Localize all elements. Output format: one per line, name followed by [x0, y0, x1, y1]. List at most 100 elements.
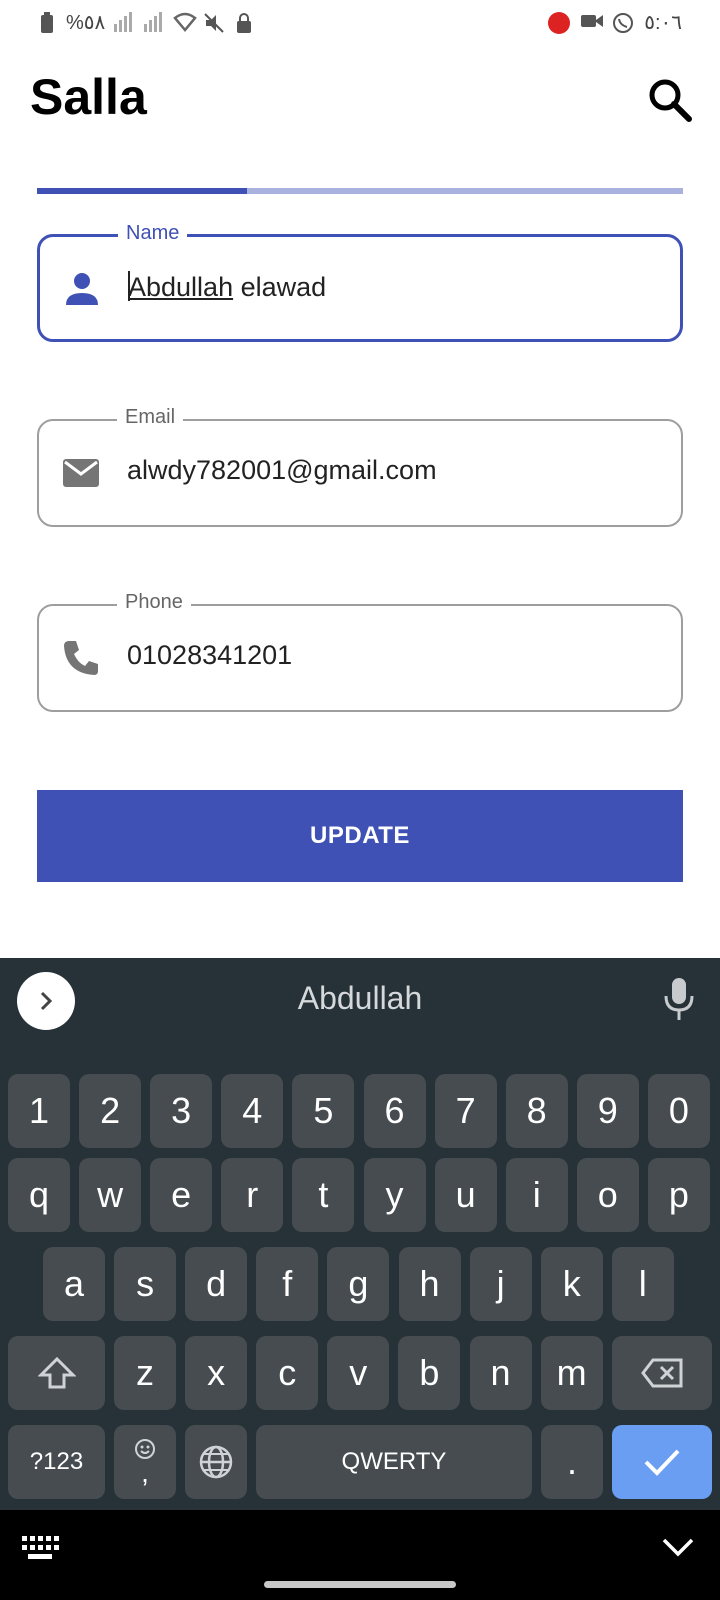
lock-icon — [233, 12, 255, 34]
phone-input[interactable]: 01028341201 — [127, 640, 292, 671]
name-field[interactable]: Name Abdullah elawad — [37, 222, 683, 342]
key-v-label: v — [349, 1352, 368, 1393]
key-j[interactable]: j — [469, 1247, 532, 1321]
symbols-key-label: ?123 — [29, 1448, 84, 1475]
key-2[interactable]: 2 — [79, 1074, 142, 1148]
backspace-key[interactable] — [612, 1336, 712, 1410]
comma-label: , — [141, 1457, 149, 1488]
key-b[interactable]: b — [398, 1336, 461, 1410]
backspace-icon — [641, 1358, 683, 1388]
key-k[interactable]: k — [540, 1247, 603, 1321]
key-1-label: 1 — [28, 1090, 50, 1131]
word-suggestion[interactable]: Abdullah — [0, 980, 720, 1017]
enter-key[interactable] — [612, 1425, 712, 1499]
key-1[interactable]: 1 — [8, 1074, 70, 1148]
key-w-label: w — [97, 1174, 124, 1215]
microphone-icon[interactable] — [662, 976, 696, 1022]
key-7-label: 7 — [455, 1090, 476, 1131]
battery-percent: %٥٨ — [66, 12, 106, 34]
key-f-label: f — [282, 1263, 293, 1304]
status-right: ٥:٠٦ — [548, 10, 682, 35]
key-l[interactable]: l — [611, 1247, 674, 1321]
key-s[interactable]: s — [114, 1247, 177, 1321]
key-y[interactable]: y — [363, 1158, 426, 1232]
key-a[interactable]: a — [43, 1247, 105, 1321]
checkmark-icon — [644, 1449, 680, 1476]
email-input[interactable]: alwdy782001@gmail.com — [127, 455, 437, 486]
mute-icon — [203, 12, 225, 34]
key-p[interactable]: p — [647, 1158, 710, 1232]
space-key[interactable]: QWERTY — [256, 1425, 532, 1499]
name-label: Name — [118, 222, 188, 245]
key-d[interactable]: d — [185, 1247, 248, 1321]
key-x-label: x — [207, 1352, 226, 1393]
key-0-label: 0 — [668, 1090, 689, 1131]
key-n-label: n — [490, 1352, 511, 1393]
key-s-label: s — [136, 1263, 155, 1304]
key-w[interactable]: w — [79, 1158, 142, 1232]
key-5[interactable]: 5 — [292, 1074, 355, 1148]
key-v[interactable]: v — [327, 1336, 390, 1410]
key-3-label: 3 — [171, 1090, 192, 1131]
key-i[interactable]: i — [505, 1158, 568, 1232]
period-key[interactable]: . — [541, 1425, 603, 1499]
status-time: ٥:٠٦ — [644, 12, 682, 34]
key-u[interactable]: u — [434, 1158, 497, 1232]
key-u-label: u — [455, 1174, 476, 1215]
email-field[interactable]: Email alwdy782001@gmail.com — [37, 406, 683, 527]
key-6[interactable]: 6 — [363, 1074, 426, 1148]
language-key[interactable] — [185, 1425, 247, 1499]
soft-keyboard: Abdullah 1 2 3 4 5 6 7 8 9 0 q w e r t y u i o p a s d f g h j k l z x… — [0, 958, 720, 1510]
key-k-label: k — [562, 1263, 581, 1304]
update-button[interactable]: UPDATE — [37, 790, 683, 882]
key-b-label: b — [419, 1352, 440, 1393]
hide-keyboard-icon[interactable] — [660, 1534, 696, 1562]
key-g[interactable]: g — [327, 1247, 390, 1321]
key-0[interactable]: 0 — [647, 1074, 710, 1148]
symbols-key[interactable]: ?123 — [8, 1425, 105, 1499]
comma-emoji-key[interactable]: , — [114, 1425, 176, 1499]
key-z[interactable]: z — [114, 1336, 176, 1410]
wifi-icon — [173, 12, 198, 34]
key-n[interactable]: n — [469, 1336, 532, 1410]
battery-saver-icon — [36, 11, 58, 34]
phone-field[interactable]: Phone 01028341201 — [37, 591, 683, 712]
key-e[interactable]: e — [150, 1158, 213, 1232]
key-3[interactable]: 3 — [150, 1074, 213, 1148]
period-key-label: . — [566, 1441, 577, 1482]
key-h-label: h — [419, 1263, 440, 1304]
name-input[interactable]: Abdullah elawad — [128, 271, 326, 303]
status-left: %٥٨ — [36, 10, 255, 35]
key-a-label: a — [63, 1263, 85, 1304]
key-7[interactable]: 7 — [434, 1074, 497, 1148]
key-4[interactable]: 4 — [221, 1074, 284, 1148]
search-button[interactable] — [644, 74, 696, 126]
key-o[interactable]: o — [576, 1158, 639, 1232]
key-o-label: o — [597, 1174, 618, 1215]
name-value-rest: elawad — [233, 272, 327, 302]
key-9[interactable]: 9 — [576, 1074, 639, 1148]
key-h[interactable]: h — [398, 1247, 461, 1321]
suggestion-strip: Abdullah — [0, 958, 720, 1046]
key-t[interactable]: t — [292, 1158, 355, 1232]
key-r-label: r — [246, 1174, 259, 1215]
key-q[interactable]: q — [8, 1158, 70, 1232]
key-t-label: t — [318, 1174, 329, 1215]
key-f[interactable]: f — [256, 1247, 319, 1321]
key-m[interactable]: m — [540, 1336, 603, 1410]
app-bar: Salla — [0, 46, 720, 150]
phone-label: Phone — [117, 591, 191, 614]
key-x[interactable]: x — [185, 1336, 248, 1410]
navigation-bar — [0, 1510, 720, 1600]
search-icon — [649, 79, 692, 122]
shift-key[interactable] — [8, 1336, 105, 1410]
home-indicator[interactable] — [264, 1581, 456, 1588]
whatsapp-icon — [612, 12, 634, 34]
key-9-label: 9 — [597, 1090, 618, 1131]
key-8[interactable]: 8 — [505, 1074, 568, 1148]
key-c[interactable]: c — [256, 1336, 319, 1410]
key-r[interactable]: r — [221, 1158, 284, 1232]
key-g-label: g — [348, 1263, 369, 1304]
keyboard-switch-icon[interactable] — [20, 1534, 60, 1562]
key-l-label: l — [638, 1263, 647, 1304]
